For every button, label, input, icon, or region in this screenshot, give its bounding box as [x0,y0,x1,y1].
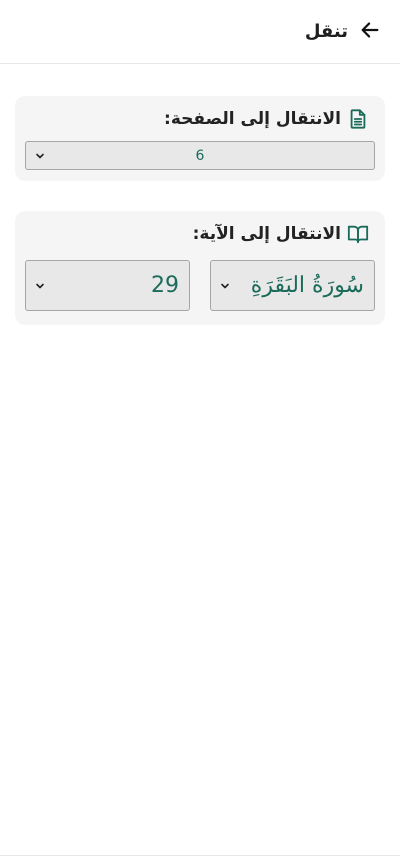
go-to-page-label-text: الانتقال إلى الصفحة: [164,109,341,129]
selected-surah-value: سُورَةُ البَقَرَةِ [250,273,364,298]
chevron-down-icon [34,280,46,292]
app-header: تنقل [0,0,400,64]
page-select[interactable]: 6 [25,141,375,170]
document-icon [347,108,369,130]
go-to-page-label: الانتقال إلى الصفحة: [164,108,369,130]
open-book-icon [347,223,369,245]
ayah-select[interactable]: 29 [25,260,190,311]
go-to-ayah-label: الانتقال إلى الآية: [193,223,369,245]
surah-select[interactable]: سُورَةُ البَقَرَةِ [210,260,375,311]
go-to-ayah-label-text: الانتقال إلى الآية: [192,224,341,244]
navigation-screen: تنقل الانتقال إلى الصفحة: 6 الانتقال إلى… [0,0,400,857]
bottom-divider [0,855,400,856]
arrow-left-icon [359,19,381,45]
selected-ayah-value: 29 [151,273,179,298]
go-to-page-card: الانتقال إلى الصفحة: 6 [15,96,385,181]
go-to-ayah-card: الانتقال إلى الآية: سُورَةُ البَقَرَةِ 2… [15,211,385,325]
page-title: تنقل [304,20,348,42]
selected-page-value: 6 [195,147,205,164]
back-button[interactable] [356,18,384,46]
chevron-down-icon [219,280,231,292]
